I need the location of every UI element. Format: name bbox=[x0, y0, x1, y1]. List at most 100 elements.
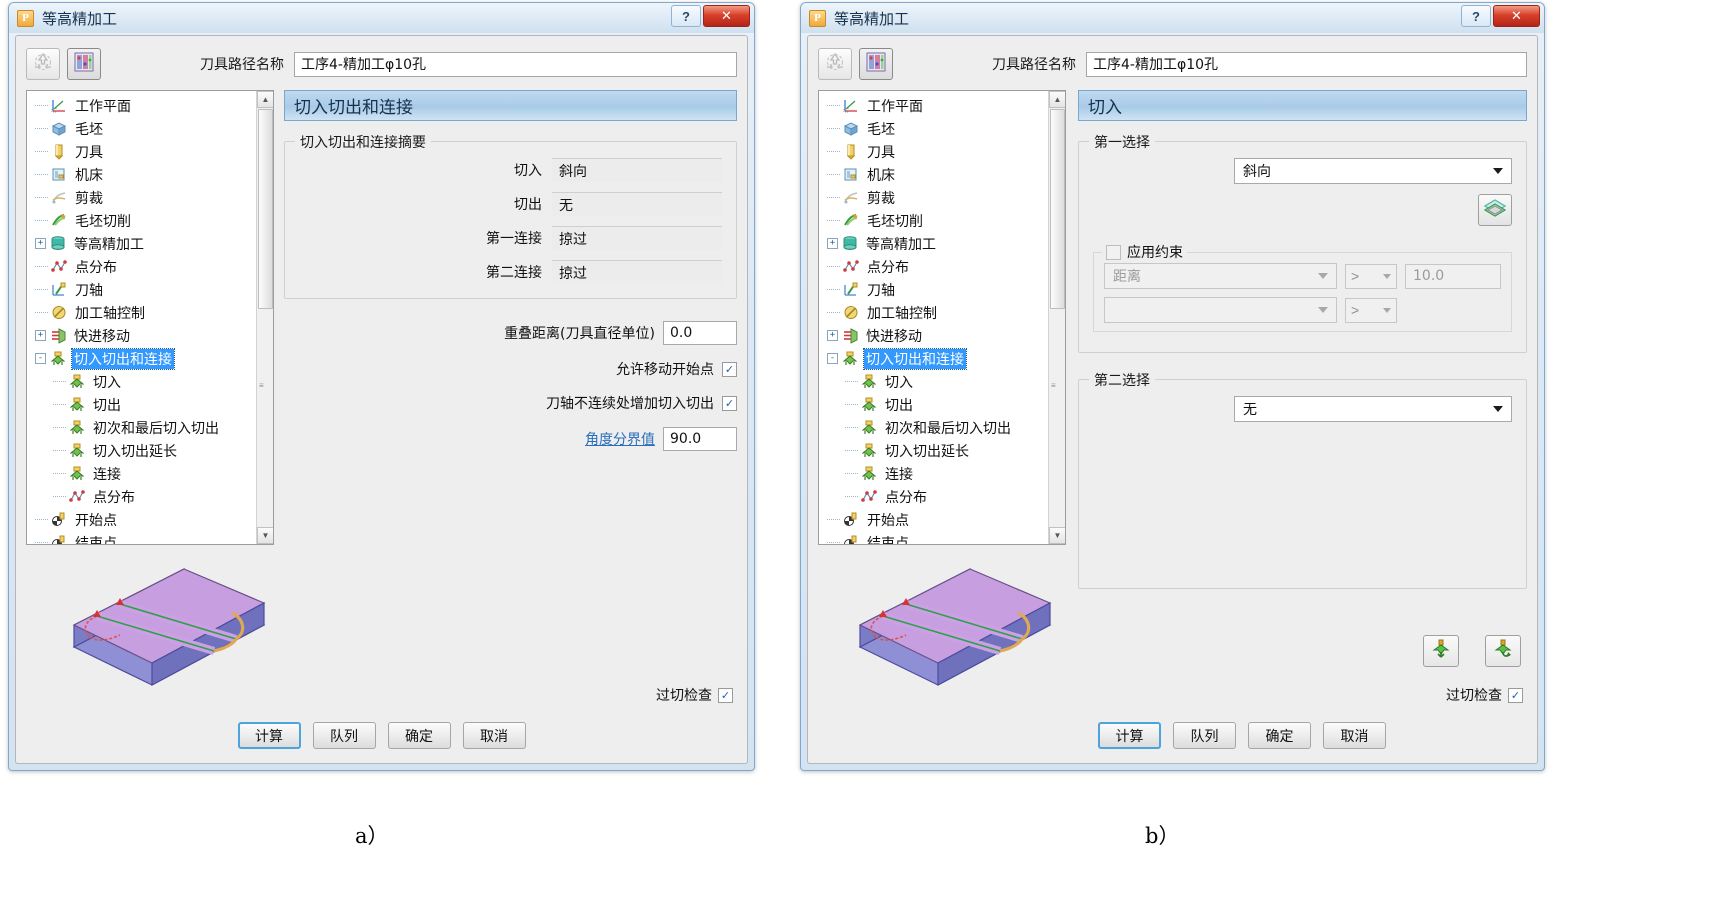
tree-item-14[interactable]: 初次和最后切入切出 bbox=[27, 416, 255, 439]
scroll-thumb[interactable] bbox=[1050, 109, 1065, 309]
tree-item-6[interactable]: + 等高精加工 bbox=[27, 232, 255, 255]
recycle-icon-button[interactable] bbox=[818, 48, 852, 80]
tree-item-0[interactable]: 工作平面 bbox=[27, 94, 255, 117]
parameter-tree-b[interactable]: 工作平面 毛坯 刀具 机床 剪裁 毛坯切削 + 等高精加工 点分布 刀轴 加工轴控制 + 快进移动 - 切入… bbox=[818, 90, 1066, 545]
tree-item-0[interactable]: 工作平面 bbox=[819, 94, 1047, 117]
tree-item-11[interactable]: - 切入切出和连接 bbox=[819, 347, 1047, 370]
tree-item-12[interactable]: 切入 bbox=[819, 370, 1047, 393]
scroll-down-arrow[interactable]: ▼ bbox=[1049, 527, 1065, 544]
calculate-button[interactable]: 计算 bbox=[1098, 722, 1161, 749]
tree-item-1[interactable]: 毛坯 bbox=[819, 117, 1047, 140]
lead-in-apply-button[interactable] bbox=[1423, 635, 1459, 667]
tree-item-8[interactable]: 刀轴 bbox=[27, 278, 255, 301]
collapse-icon[interactable]: - bbox=[35, 353, 46, 364]
tree-item-2[interactable]: 刀具 bbox=[819, 140, 1047, 163]
tree-item-15[interactable]: 切入切出延长 bbox=[819, 439, 1047, 462]
tree-item-16[interactable]: 连接 bbox=[27, 462, 255, 485]
toolpath-preview-button[interactable] bbox=[67, 48, 101, 80]
tree-item-12[interactable]: 切入 bbox=[27, 370, 255, 393]
add-leads-discontinuity-checkbox[interactable]: ✓ bbox=[722, 395, 737, 411]
tree-item-11[interactable]: - 切入切出和连接 bbox=[27, 347, 255, 370]
expand-icon[interactable]: + bbox=[827, 238, 838, 249]
tree-item-7[interactable]: 点分布 bbox=[819, 255, 1047, 278]
tree-item-10[interactable]: + 快进移动 bbox=[27, 324, 255, 347]
tree-item-18[interactable]: 开始点 bbox=[819, 508, 1047, 531]
collapse-icon[interactable]: - bbox=[827, 353, 838, 364]
titlebar-b[interactable]: P 等高精加工 ? ✕ bbox=[801, 3, 1544, 33]
cancel-button[interactable]: 取消 bbox=[1323, 722, 1386, 749]
lead-in-apply-all-button[interactable] bbox=[1485, 635, 1521, 667]
gouge-check-checkbox[interactable]: ✓ bbox=[718, 687, 733, 703]
angle-threshold-input[interactable]: 90.0 bbox=[663, 427, 737, 451]
close-button[interactable]: ✕ bbox=[703, 5, 750, 27]
tree-item-17[interactable]: 点分布 bbox=[27, 485, 255, 508]
tree-item-9[interactable]: 加工轴控制 bbox=[819, 301, 1047, 324]
tree-item-6[interactable]: + 等高精加工 bbox=[819, 232, 1047, 255]
toolpath-preview-button[interactable] bbox=[859, 48, 893, 80]
tree-item-15[interactable]: 切入切出延长 bbox=[27, 439, 255, 462]
recycle-icon-button[interactable] bbox=[26, 48, 60, 80]
ramp-options-button[interactable] bbox=[1478, 194, 1512, 226]
expand-icon[interactable]: + bbox=[35, 238, 46, 249]
toolpath-name-input[interactable]: 工序4-精加工φ10孔 bbox=[1086, 51, 1527, 77]
tree-scrollbar-a[interactable]: ▲ ≡ ▼ bbox=[256, 91, 273, 544]
scroll-up-arrow[interactable]: ▲ bbox=[1049, 91, 1065, 108]
allow-move-start-checkbox[interactable]: ✓ bbox=[722, 361, 737, 377]
constraint-operator-combo-2[interactable]: > bbox=[1345, 297, 1397, 323]
gouge-check-checkbox[interactable]: ✓ bbox=[1508, 687, 1523, 703]
cancel-button[interactable]: 取消 bbox=[462, 722, 526, 749]
tree-item-14[interactable]: 初次和最后切入切出 bbox=[819, 416, 1047, 439]
tree-item-13[interactable]: 切出 bbox=[27, 393, 255, 416]
tree-item-19[interactable]: 结束点 bbox=[27, 531, 255, 545]
queue-button[interactable]: 队列 bbox=[312, 722, 376, 749]
axis-control-icon bbox=[50, 304, 68, 321]
tree-item-17[interactable]: 点分布 bbox=[819, 485, 1047, 508]
help-button[interactable]: ? bbox=[1461, 5, 1491, 27]
titlebar-a[interactable]: P 等高精加工 ? ✕ bbox=[9, 3, 754, 33]
tree-item-4[interactable]: 剪裁 bbox=[819, 186, 1047, 209]
angle-threshold-link[interactable]: 角度分界值 bbox=[585, 429, 655, 449]
tree-item-1[interactable]: 毛坯 bbox=[27, 117, 255, 140]
tree-item-5[interactable]: 毛坯切削 bbox=[27, 209, 255, 232]
scroll-thumb[interactable] bbox=[258, 109, 273, 309]
tree-item-3[interactable]: 机床 bbox=[819, 163, 1047, 186]
tree-item-8[interactable]: 刀轴 bbox=[819, 278, 1047, 301]
tree-body-b: 工作平面 毛坯 刀具 机床 剪裁 毛坯切削 + 等高精加工 点分布 刀轴 加工轴控制 + 快进移动 - 切入… bbox=[819, 91, 1047, 544]
tree-scrollbar-b[interactable]: ▲ ≡ ▼ bbox=[1048, 91, 1065, 544]
tree-item-4[interactable]: 剪裁 bbox=[27, 186, 255, 209]
queue-button[interactable]: 队列 bbox=[1173, 722, 1236, 749]
tree-item-label: 结束点 bbox=[75, 535, 117, 545]
constraint-operator-combo-1[interactable]: > bbox=[1345, 263, 1397, 289]
overlap-distance-input[interactable]: 0.0 bbox=[663, 321, 737, 345]
second-choice-combo[interactable]: 无 bbox=[1234, 396, 1512, 422]
scroll-up-arrow[interactable]: ▲ bbox=[257, 91, 273, 108]
first-choice-group: 第一选择 斜向 应用约束 距离 > 10.0 > bbox=[1078, 132, 1527, 353]
apply-constraint-checkbox[interactable] bbox=[1106, 244, 1121, 260]
tree-item-19[interactable]: 结束点 bbox=[819, 531, 1047, 544]
expand-icon[interactable]: + bbox=[35, 330, 46, 341]
constraint-type-combo-2[interactable] bbox=[1104, 297, 1337, 323]
chevron-down-icon bbox=[1493, 168, 1503, 174]
close-button[interactable]: ✕ bbox=[1493, 5, 1540, 27]
tree-item-5[interactable]: 毛坯切削 bbox=[819, 209, 1047, 232]
parameter-tree-a[interactable]: 工作平面 毛坯 刀具 机床 剪裁 毛坯切削 + 等高精加工 点分布 刀轴 加工轴控制 + 快进移动 - 切入… bbox=[26, 90, 274, 545]
help-button[interactable]: ? bbox=[671, 5, 701, 27]
constraint-value-input-1[interactable]: 10.0 bbox=[1405, 263, 1501, 289]
scroll-down-arrow[interactable]: ▼ bbox=[257, 527, 273, 544]
tree-item-2[interactable]: 刀具 bbox=[27, 140, 255, 163]
ok-button[interactable]: 确定 bbox=[387, 722, 451, 749]
toolpath-preview-icon bbox=[865, 51, 887, 78]
tree-item-16[interactable]: 连接 bbox=[819, 462, 1047, 485]
tree-item-10[interactable]: + 快进移动 bbox=[819, 324, 1047, 347]
calculate-button[interactable]: 计算 bbox=[237, 722, 301, 749]
tree-item-13[interactable]: 切出 bbox=[819, 393, 1047, 416]
expand-icon[interactable]: + bbox=[827, 330, 838, 341]
tree-item-3[interactable]: 机床 bbox=[27, 163, 255, 186]
first-choice-combo[interactable]: 斜向 bbox=[1234, 158, 1512, 184]
ok-button[interactable]: 确定 bbox=[1248, 722, 1311, 749]
tree-item-7[interactable]: 点分布 bbox=[27, 255, 255, 278]
constraint-type-combo-1[interactable]: 距离 bbox=[1104, 263, 1337, 289]
tree-item-18[interactable]: 开始点 bbox=[27, 508, 255, 531]
tree-item-9[interactable]: 加工轴控制 bbox=[27, 301, 255, 324]
toolpath-name-input[interactable]: 工序4-精加工φ10孔 bbox=[294, 51, 737, 77]
